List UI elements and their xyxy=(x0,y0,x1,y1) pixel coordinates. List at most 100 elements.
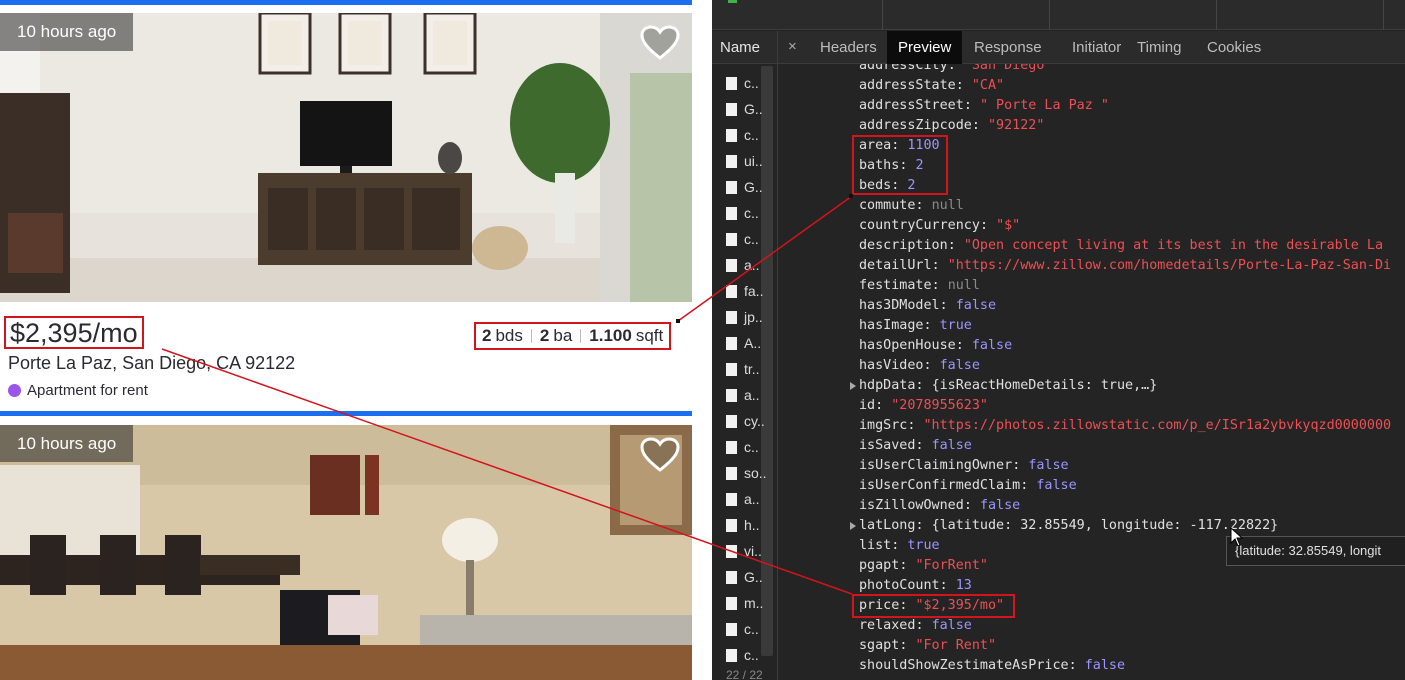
json-value: "92122" xyxy=(988,118,1045,133)
tab-timing[interactable]: Timing xyxy=(1126,31,1192,64)
request-row[interactable]: A.. xyxy=(712,330,761,356)
json-value: "For Rent" xyxy=(915,638,997,653)
json-value: "San Diego" xyxy=(963,64,1053,73)
request-row[interactable]: G.. xyxy=(712,564,763,590)
json-key: hdpData xyxy=(859,378,916,393)
request-name-label: G.. xyxy=(744,101,763,117)
request-row[interactable]: c.. xyxy=(712,434,759,460)
area-value: 1.100 xyxy=(589,326,632,345)
name-list-scrollbar[interactable] xyxy=(761,66,773,656)
request-name-label: tr.. xyxy=(744,361,760,377)
name-column-header[interactable]: Name xyxy=(712,31,778,64)
json-colon: : xyxy=(939,578,956,593)
json-value: false xyxy=(1036,478,1077,493)
json-value: false xyxy=(931,618,972,633)
beds-count: 2 xyxy=(482,326,492,345)
file-icon xyxy=(726,337,737,350)
living-room-photo xyxy=(0,13,692,302)
request-name-label: c.. xyxy=(744,231,759,247)
json-colon: : xyxy=(1012,458,1029,473)
request-row[interactable]: G.. xyxy=(712,96,763,122)
file-icon xyxy=(726,207,737,220)
request-row[interactable]: c.. xyxy=(712,122,759,148)
request-row[interactable]: c.. xyxy=(712,226,759,252)
request-name-label: c.. xyxy=(744,621,759,637)
file-icon xyxy=(726,415,737,428)
listing-1-facts: 2 bds 2 ba 1.100 sqft xyxy=(474,322,672,350)
json-property-latLong[interactable]: latLong: {latitude: 32.85549, longitude:… xyxy=(850,516,1279,536)
request-row[interactable]: c.. xyxy=(712,200,759,226)
file-icon xyxy=(726,155,737,168)
json-value: "2078955623" xyxy=(891,398,988,413)
beds-unit: bds xyxy=(495,326,523,345)
tab-preview[interactable]: Preview xyxy=(887,31,963,64)
request-row[interactable]: a.. xyxy=(712,252,760,278)
json-colon: : xyxy=(1068,658,1085,673)
heart-icon[interactable] xyxy=(640,25,680,61)
request-row[interactable]: tr.. xyxy=(712,356,760,382)
tab-response[interactable]: Response xyxy=(963,31,1053,64)
json-property-imgSrc: imgSrc: "https://photos.zillowstatic.com… xyxy=(859,416,1391,436)
json-key: isUserConfirmedClaim xyxy=(859,478,1021,493)
request-row[interactable]: cy.. xyxy=(712,408,765,434)
json-property-isZillowOwned: isZillowOwned: false xyxy=(859,496,1020,516)
json-colon: : xyxy=(931,278,948,293)
json-property-hasOpenHouse: hasOpenHouse: false xyxy=(859,336,1012,356)
json-key: imgSrc xyxy=(859,418,908,433)
request-row[interactable]: c.. xyxy=(712,70,759,96)
json-value: true xyxy=(939,318,972,333)
annotation-box-price-json xyxy=(852,594,1015,618)
request-row[interactable]: c.. xyxy=(712,642,759,668)
json-colon: : xyxy=(963,498,980,513)
json-colon: : xyxy=(915,518,932,533)
request-row[interactable]: a.. xyxy=(712,486,760,512)
listing-1-photo[interactable]: 10 hours ago xyxy=(0,13,692,302)
status-dot-icon xyxy=(8,384,21,397)
file-icon xyxy=(726,597,737,610)
request-row[interactable]: m.. xyxy=(712,590,763,616)
listing-top-border xyxy=(0,0,692,5)
request-name-label: fa.. xyxy=(744,283,764,299)
request-row[interactable]: so.. xyxy=(712,460,767,486)
json-value: false xyxy=(931,438,972,453)
listing-2-photo[interactable]: 10 hours ago xyxy=(0,425,692,680)
request-row[interactable]: ui.. xyxy=(712,148,763,174)
json-key: countryCurrency xyxy=(859,218,980,233)
json-key: pgapt xyxy=(859,558,900,573)
waterfall-gridline xyxy=(882,0,883,30)
request-row[interactable]: c.. xyxy=(712,616,759,642)
json-colon: : xyxy=(875,398,892,413)
json-property-isSaved: isSaved: false xyxy=(859,436,972,456)
json-value: false xyxy=(971,338,1013,353)
close-icon[interactable]: × xyxy=(788,31,797,62)
expand-triangle-icon[interactable] xyxy=(850,522,856,530)
waterfall-gridline xyxy=(1383,0,1384,30)
devtools-panel: Name × Headers Preview Response Initiato… xyxy=(712,0,1405,680)
json-key: isSaved xyxy=(859,438,916,453)
request-name-label: a.. xyxy=(744,491,760,507)
request-row[interactable]: fa.. xyxy=(712,278,763,304)
json-key: detailUrl xyxy=(859,258,932,273)
expand-triangle-icon[interactable] xyxy=(850,382,856,390)
request-row[interactable]: h.. xyxy=(712,512,760,538)
json-property-commute: commute: null xyxy=(859,196,964,216)
file-icon xyxy=(726,103,737,116)
json-property-hasImage: hasImage: true xyxy=(859,316,972,336)
tab-initiator[interactable]: Initiator xyxy=(1061,31,1132,64)
json-colon: : xyxy=(955,78,972,93)
tab-cookies[interactable]: Cookies xyxy=(1196,31,1272,64)
request-row[interactable]: a.. xyxy=(712,382,760,408)
request-row[interactable]: G.. xyxy=(712,174,763,200)
request-row[interactable]: vi.. xyxy=(712,538,762,564)
file-icon xyxy=(726,363,737,376)
tab-headers[interactable]: Headers xyxy=(809,31,888,64)
listing-1-address[interactable]: Porte La Paz, San Diego, CA 92122 xyxy=(8,353,295,374)
json-property-hdpData[interactable]: hdpData: {isReactHomeDetails: true,…} xyxy=(850,376,1157,396)
json-property-addressState: addressState: "CA" xyxy=(859,76,1004,96)
heart-icon[interactable] xyxy=(640,437,680,473)
file-icon xyxy=(726,441,737,454)
json-value: {latitude: 32.85549, longitude: -117.228… xyxy=(931,518,1279,533)
listing-1-price[interactable]: $2,395/mo xyxy=(4,316,144,349)
request-row[interactable]: jp.. xyxy=(712,304,763,330)
request-name-label: h.. xyxy=(744,517,760,533)
